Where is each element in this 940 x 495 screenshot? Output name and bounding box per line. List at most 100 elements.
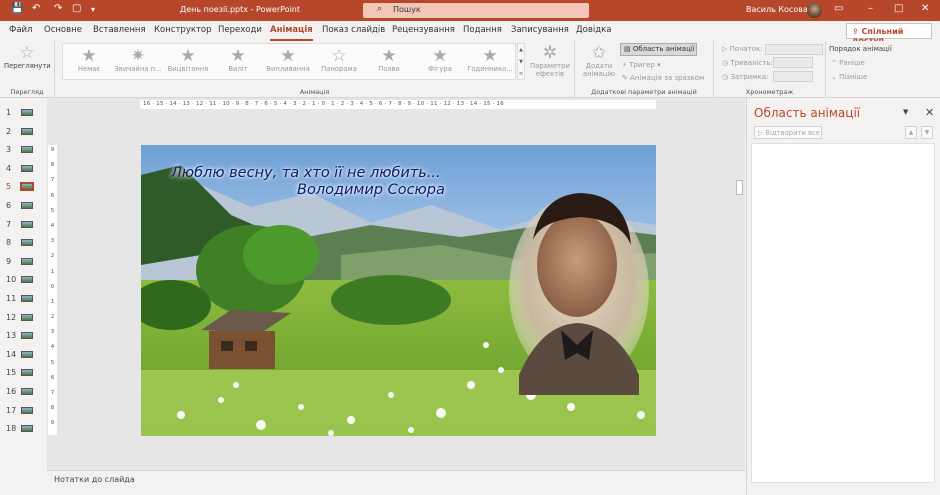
- animation-painter-label: Анімація за зразком: [630, 74, 705, 82]
- vertical-scrollbar[interactable]: [734, 108, 745, 438]
- animation-list[interactable]: [751, 143, 935, 483]
- preview-button[interactable]: ☆ Переглянути: [4, 43, 51, 70]
- slide-thumbnail[interactable]: 6: [0, 199, 46, 213]
- user-name[interactable]: Василь Косован: [746, 5, 813, 14]
- duration-label: ◷ Тривалість:: [722, 59, 773, 67]
- vruler-tick: 1: [50, 298, 55, 305]
- undo-icon[interactable]: ↶: [32, 3, 40, 14]
- slide-thumbnail-image: [21, 350, 33, 358]
- maximize-button[interactable]: □: [894, 3, 903, 14]
- vruler-tick: 1: [50, 268, 55, 275]
- anim-wipe[interactable]: ★ Поява: [365, 47, 413, 73]
- duration-input[interactable]: [773, 57, 813, 68]
- slide-thumbnail[interactable]: 15: [0, 366, 46, 380]
- tab-design[interactable]: Конструктор: [154, 25, 212, 35]
- move-earlier-button[interactable]: ⌃ Раніше: [831, 59, 865, 67]
- animation-painter-button[interactable]: ✎ Анімація за зразком: [622, 74, 704, 82]
- slide-number: 15: [6, 368, 17, 378]
- anim-pan[interactable]: ☆ Панорама: [315, 47, 363, 73]
- anim-shape[interactable]: ★ Фігура: [416, 47, 464, 73]
- scrollbar-thumb[interactable]: [736, 180, 743, 195]
- anim-appear[interactable]: ✷ Звичайна п...: [114, 47, 162, 73]
- effect-options-button[interactable]: ✲ Параметри ефектів: [528, 44, 572, 78]
- slide-thumbnail[interactable]: 11: [0, 292, 46, 306]
- tab-file[interactable]: Файл: [9, 25, 32, 35]
- star-icon: ☆: [19, 43, 35, 63]
- notes-placeholder: Нотатки до слайда: [54, 475, 135, 484]
- anim-none[interactable]: ★ Немає: [65, 47, 113, 73]
- slide-canvas[interactable]: Люблю весну, та хто її не любить... Воло…: [141, 145, 656, 436]
- tab-view[interactable]: Подання: [463, 25, 502, 35]
- slide-thumbnail[interactable]: 2: [0, 125, 46, 139]
- slide-thumbnail[interactable]: 13: [0, 329, 46, 343]
- start-dropdown[interactable]: [765, 44, 823, 55]
- redo-icon[interactable]: ↷: [54, 3, 62, 14]
- move-down-icon[interactable]: ▼: [921, 126, 933, 139]
- slide-thumbnail-image: [20, 182, 34, 192]
- slide-thumbnail[interactable]: 8: [0, 236, 46, 250]
- animation-pane-button[interactable]: ▤ Область анімації: [620, 43, 697, 56]
- notes-pane[interactable]: Нотатки до слайда: [47, 470, 745, 490]
- anim-float-in[interactable]: ★ Випливання: [264, 47, 312, 73]
- share-button[interactable]: ⇪ Спільний доступ: [846, 23, 932, 45]
- vruler-tick: 7: [50, 177, 55, 184]
- anim-fly-in[interactable]: ★ Виліт: [214, 47, 262, 73]
- slide-thumbnail[interactable]: 1: [0, 106, 46, 120]
- move-up-icon[interactable]: ▲: [905, 126, 917, 139]
- slide-thumbnail-image: [21, 146, 33, 154]
- anim-fade[interactable]: ★ Вицвітання: [164, 47, 212, 73]
- slide-thumbnail[interactable]: 17: [0, 404, 46, 418]
- vruler-tick: 2: [50, 253, 55, 260]
- slide-thumbnail[interactable]: 16: [0, 385, 46, 399]
- slide-number: 18: [6, 424, 17, 434]
- slide-thumbnail[interactable]: 4: [0, 162, 46, 176]
- start-label: ▷ Початок:: [722, 45, 763, 53]
- delay-input[interactable]: [773, 71, 813, 82]
- slide-thumbnail[interactable]: 7: [0, 218, 46, 232]
- customize-toolbar-icon[interactable]: ▾: [91, 5, 95, 14]
- close-button[interactable]: ✕: [921, 3, 929, 14]
- trigger-button[interactable]: ⚡ Тригер ▾: [622, 61, 661, 69]
- slide-number: 3: [6, 145, 12, 155]
- slide-thumbnail[interactable]: 10: [0, 273, 46, 287]
- tab-home[interactable]: Основне: [44, 25, 82, 35]
- avatar[interactable]: [807, 3, 822, 18]
- tab-help[interactable]: Довідка: [576, 25, 611, 35]
- save-icon[interactable]: 💾: [11, 3, 23, 14]
- duration-label-text: Тривалість:: [730, 59, 773, 67]
- slide-thumbnail[interactable]: 18: [0, 422, 46, 436]
- slide-thumbnail[interactable]: 5: [0, 180, 46, 194]
- play-all-button[interactable]: ▷ Відтворити все: [754, 126, 822, 139]
- tab-slideshow[interactable]: Показ слайдів: [322, 25, 385, 35]
- move-later-button[interactable]: ⌄ Пізніше: [831, 73, 867, 81]
- search-placeholder: Пошук: [393, 5, 421, 14]
- tab-animations[interactable]: Анімація: [270, 25, 313, 41]
- gallery-scroll[interactable]: ▲ ▼ ≡: [517, 43, 525, 80]
- anim-wheel[interactable]: ★ Годиннико...: [466, 47, 514, 73]
- slide-thumbnail-image: [21, 295, 33, 302]
- tab-review[interactable]: Рецензування: [392, 25, 455, 35]
- slide-author-line[interactable]: Володимир Сосюра: [297, 182, 445, 198]
- anim-appear-label: Звичайна п...: [114, 65, 162, 73]
- ribbon-tabs: Файл Основне Вставлення Конструктор Пере…: [0, 21, 940, 45]
- pane-options-icon[interactable]: ▼: [903, 108, 908, 116]
- star-icon: ★: [432, 46, 448, 66]
- slide-thumbnail[interactable]: 12: [0, 311, 46, 325]
- vertical-ruler: 9 8 7 6 5 4 3 2 1 0 1 2 3 4 5 6 7 8 9: [48, 145, 57, 435]
- ribbon-display-icon[interactable]: ▭: [834, 3, 843, 14]
- add-animation-button[interactable]: ✩ Додати анімацію: [579, 44, 619, 78]
- slide-thumbnail[interactable]: 14: [0, 348, 46, 362]
- tab-transitions[interactable]: Переходи: [218, 25, 262, 35]
- search-box[interactable]: ⌕ Пошук: [363, 3, 589, 18]
- start-from-beginning-icon[interactable]: ▢: [72, 3, 81, 14]
- slide-quote-line[interactable]: Люблю весну, та хто її не любить...: [171, 165, 441, 181]
- minimize-button[interactable]: –: [868, 3, 873, 14]
- close-icon[interactable]: ✕: [925, 106, 934, 119]
- tab-recording[interactable]: Записування: [511, 25, 569, 35]
- slide-thumbnail-image: [21, 127, 33, 135]
- slide-thumbnail[interactable]: 9: [0, 255, 46, 269]
- slide-thumbnail[interactable]: 3: [0, 143, 46, 157]
- slide-thumbnail-image: [21, 406, 33, 414]
- tab-insert[interactable]: Вставлення: [93, 25, 146, 35]
- search-icon: ⌕: [377, 4, 383, 14]
